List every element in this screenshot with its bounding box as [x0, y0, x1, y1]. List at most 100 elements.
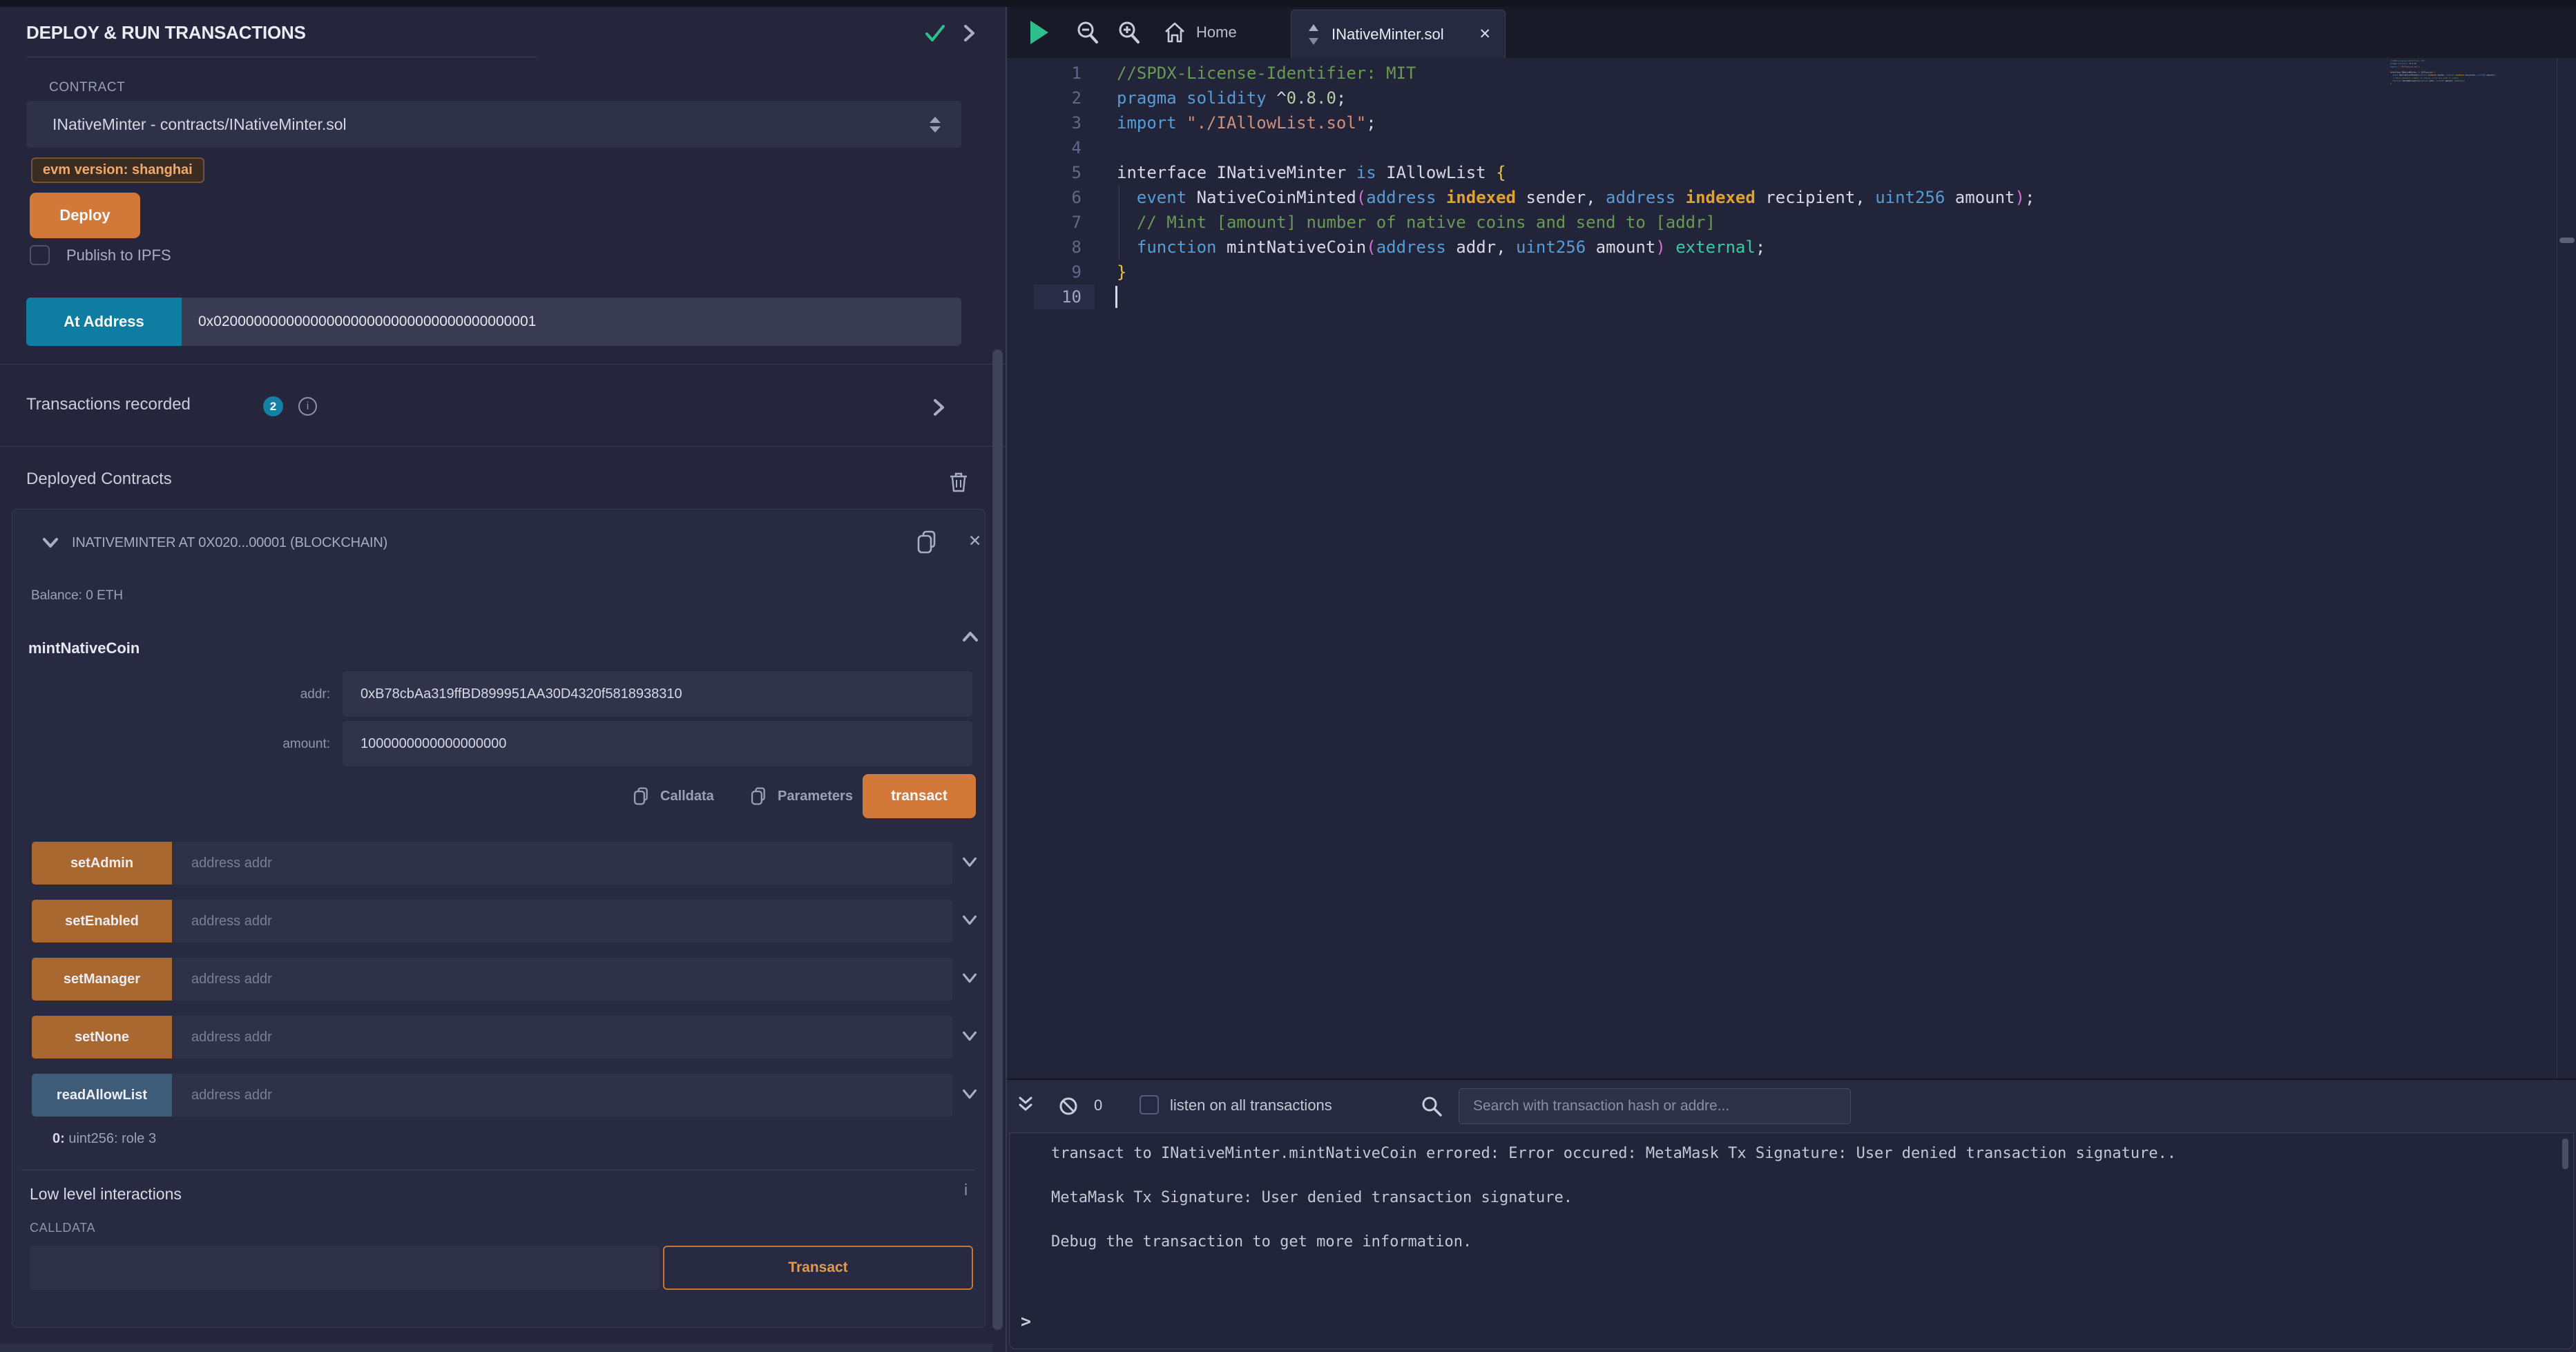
chevron-down-icon[interactable] — [960, 1086, 979, 1103]
code-line[interactable]: 6 event NativeCoinMinted(address indexed… — [1007, 185, 2557, 210]
publish-ipfs-checkbox[interactable] — [30, 245, 50, 265]
transactions-count-badge: 2 — [263, 396, 283, 416]
panel-expand-chevron-icon[interactable] — [960, 22, 978, 44]
line-number: 1 — [1007, 61, 1091, 86]
deployed-contracts-label: Deployed Contracts — [26, 470, 172, 489]
home-tab-label: Home — [1196, 23, 1237, 41]
chevron-down-icon[interactable] — [40, 534, 61, 551]
code-line[interactable]: 5interface INativeMinter is IAllowList { — [1007, 160, 2557, 185]
file-tab-label: INativeMinter.sol — [1332, 26, 1469, 44]
chevron-down-icon[interactable] — [960, 1028, 979, 1045]
section-divider — [0, 446, 1006, 447]
copy-parameters-link[interactable]: Parameters — [750, 786, 853, 807]
amount-param-field — [343, 721, 972, 766]
at-address-row: At Address — [26, 298, 961, 346]
at-address-button[interactable]: At Address — [26, 298, 182, 346]
function-row-setManager: setManager — [32, 958, 971, 1001]
copy-icon — [750, 786, 768, 807]
setNone-button[interactable]: setNone — [32, 1016, 172, 1059]
chevron-down-icon[interactable] — [960, 912, 979, 929]
close-tab-icon[interactable]: ✕ — [1479, 26, 1491, 43]
code-line[interactable]: 9} — [1007, 260, 2557, 284]
setManager-button[interactable]: setManager — [32, 958, 172, 1001]
terminal-scrollbar-thumb[interactable] — [2562, 1139, 2568, 1169]
chevron-down-icon[interactable] — [960, 970, 979, 987]
run-script-play-icon[interactable] — [1030, 21, 1048, 44]
function-row-readAllowList: readAllowList — [32, 1074, 971, 1117]
left-panel-scrollbar[interactable] — [992, 349, 1003, 1330]
minimap[interactable]: 1//SPDX-License-Identifier: MIT2pragma s… — [2390, 59, 2570, 197]
close-icon[interactable]: ✕ — [968, 532, 981, 550]
setEnabled-input[interactable] — [172, 900, 952, 943]
deployed-contract-card: INATIVEMINTER AT 0X020...00001 (BLOCKCHA… — [12, 509, 986, 1328]
code-editor[interactable]: 1//SPDX-License-Identifier: MIT2pragma s… — [1007, 58, 2576, 1079]
terminal-log-line: Debug the transaction to get more inform… — [1051, 1233, 2176, 1277]
amount-param-label: amount: — [26, 737, 330, 752]
setAdmin-button[interactable]: setAdmin — [32, 842, 172, 885]
clear-console-ban-icon[interactable] — [1058, 1096, 1079, 1117]
text-cursor — [1115, 286, 1117, 308]
terminal-log-line: MetaMask Tx Signature: User denied trans… — [1051, 1188, 2176, 1233]
setEnabled-button[interactable]: setEnabled — [32, 900, 172, 943]
contract-select[interactable]: INativeMinter - contracts/INativeMinter.… — [26, 101, 961, 148]
trash-icon[interactable] — [949, 471, 968, 493]
contract-instance-title: INATIVEMINTER AT 0X020...00001 (BLOCKCHA… — [72, 535, 387, 551]
terminal-output[interactable]: transact to INativeMinter.mintNativeCoin… — [1009, 1132, 2574, 1349]
code-line[interactable]: 10 — [1007, 284, 2557, 309]
tab-inativeminter-sol[interactable]: INativeMinter.sol ✕ — [1291, 10, 1506, 58]
top-strip — [0, 0, 2576, 7]
chevron-down-icon[interactable] — [960, 854, 979, 871]
code-line: 10 — [2390, 85, 2570, 88]
code-line[interactable]: 4 — [1007, 135, 2557, 160]
tab-home[interactable]: Home — [1163, 17, 1237, 48]
low-level-transact-button[interactable]: Transact — [663, 1246, 973, 1290]
transactions-expand-chevron-icon[interactable] — [930, 396, 948, 418]
terminal-search-input[interactable] — [1459, 1088, 1851, 1124]
copy-icon[interactable] — [916, 529, 939, 555]
function-name: mintNativeCoin — [28, 639, 140, 657]
chevron-up-icon[interactable] — [960, 628, 981, 645]
setNone-input[interactable] — [172, 1016, 952, 1059]
code-line[interactable]: 7 // Mint [amount] number of native coin… — [1007, 210, 2557, 235]
zoom-in-icon[interactable] — [1116, 19, 1142, 46]
balance-label: Balance: 0 ETH — [31, 588, 123, 603]
line-number: 6 — [1007, 185, 1091, 210]
function-row-setEnabled: setEnabled — [32, 900, 971, 943]
readAllowList-input[interactable] — [172, 1074, 952, 1117]
code-line[interactable]: 2pragma solidity ^0.8.0; — [1007, 86, 2557, 110]
copy-calldata-link[interactable]: Calldata — [633, 786, 714, 807]
select-stepper-icon — [930, 117, 941, 133]
at-address-input[interactable] — [182, 298, 961, 346]
info-icon[interactable]: i — [964, 1181, 968, 1199]
terminal-prompt[interactable]: > — [1021, 1311, 1031, 1331]
amount-param-input[interactable] — [343, 721, 972, 766]
editor-scrollbar-thumb[interactable] — [2559, 238, 2575, 243]
pending-tx-count: 0 — [1094, 1097, 1102, 1114]
code-line[interactable]: 1//SPDX-License-Identifier: MIT — [1007, 61, 2557, 86]
setManager-input[interactable] — [172, 958, 952, 1001]
info-icon[interactable]: i — [298, 397, 317, 416]
deploy-button[interactable]: Deploy — [30, 193, 140, 238]
listen-all-transactions-checkbox[interactable] — [1140, 1095, 1159, 1114]
function-row-setNone: setNone — [32, 1016, 971, 1059]
setAdmin-input[interactable] — [172, 842, 952, 885]
remix-ide: DEPLOY & RUN TRANSACTIONS CONTRACT INati… — [0, 0, 2576, 1352]
output-index: 0: — [52, 1131, 65, 1146]
line-number: 4 — [1007, 135, 1091, 160]
calldata-input[interactable] — [30, 1246, 660, 1290]
contract-select-value: INativeMinter - contracts/INativeMinter.… — [52, 115, 930, 134]
double-chevron-down-icon[interactable] — [1015, 1095, 1036, 1116]
left-panel-bottom-scrollbar[interactable] — [0, 1344, 992, 1352]
search-icon — [1420, 1094, 1443, 1118]
readAllowList-button[interactable]: readAllowList — [32, 1074, 172, 1117]
line-number: 9 — [1007, 260, 1091, 284]
output-value: uint256: role 3 — [65, 1131, 156, 1146]
code-line[interactable]: 3import "./IAllowList.sol"; — [1007, 110, 2557, 135]
listen-all-transactions-label: listen on all transactions — [1170, 1097, 1332, 1114]
zoom-out-icon[interactable] — [1075, 19, 1101, 46]
line-number: 8 — [1007, 235, 1091, 260]
code-line[interactable]: 8 function mintNativeCoin(address addr, … — [1007, 235, 2557, 260]
addr-param-input[interactable] — [343, 671, 972, 717]
transact-button[interactable]: transact — [863, 774, 976, 818]
function-row-setAdmin: setAdmin — [32, 842, 971, 885]
